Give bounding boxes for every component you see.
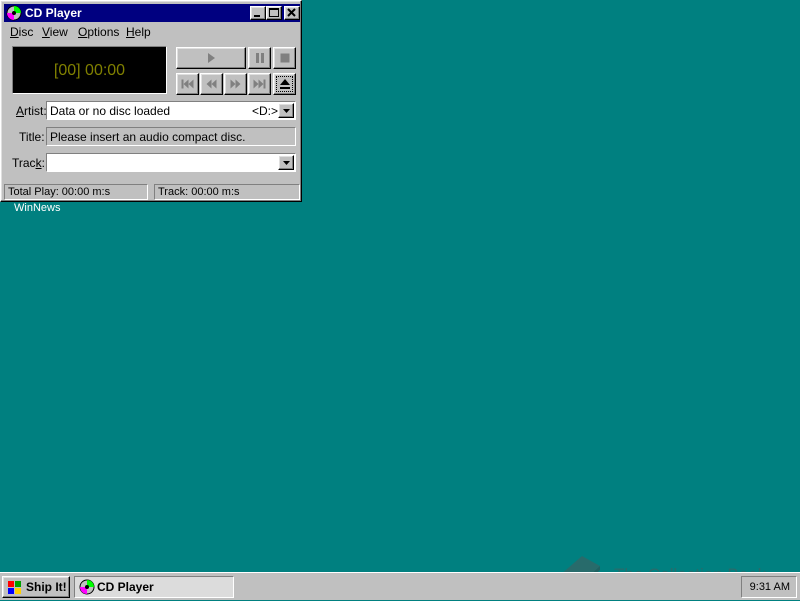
cd-icon[interactable] — [6, 5, 22, 21]
dropdown-arrow-icon — [283, 161, 290, 165]
close-button[interactable] — [284, 6, 300, 20]
title-value: Please insert an audio compact disc. — [50, 130, 246, 144]
maximize-icon — [269, 8, 279, 17]
menu-view[interactable]: View — [42, 25, 68, 39]
total-play-text: Total Play: 00:00 m:s — [8, 186, 111, 198]
title-field: Please insert an audio compact disc. — [46, 127, 296, 146]
track-label: Track: — [12, 156, 45, 170]
stop-icon — [280, 53, 289, 63]
start-button[interactable]: Ship It! — [2, 576, 70, 598]
artist-dropdown-button[interactable] — [278, 103, 294, 118]
drive-letter: <D:> — [252, 104, 279, 118]
eject-button[interactable] — [273, 73, 296, 95]
taskbar: Ship It! CD Player 9:31 AM — [0, 572, 800, 600]
artist-label: Artist: — [16, 104, 47, 118]
status-bar: Total Play: 00:00 m:s Track: 00:00 m:s — [4, 184, 300, 200]
artist-select[interactable]: Data or no disc loaded <D:> — [46, 101, 296, 120]
cd-icon — [79, 579, 95, 595]
clock[interactable]: 9:31 AM — [750, 581, 790, 593]
pause-button[interactable] — [248, 47, 271, 69]
next-track-icon — [253, 79, 265, 89]
ship-it-icon — [8, 581, 21, 594]
skip-backward-icon — [206, 79, 216, 89]
title-bar[interactable]: CD Player — [4, 4, 300, 22]
menu-disc[interactable]: Disc — [10, 25, 33, 39]
track-dropdown-button[interactable] — [278, 155, 294, 170]
dropdown-arrow-icon — [283, 109, 290, 113]
menu-bar: Disc View Options Help — [4, 23, 300, 41]
pause-icon — [255, 53, 264, 63]
window-title: CD Player — [25, 6, 82, 20]
play-icon — [208, 53, 215, 63]
track-select[interactable] — [46, 153, 296, 172]
total-play-panel: Total Play: 00:00 m:s — [4, 184, 148, 200]
previous-track-button[interactable] — [176, 73, 199, 95]
start-button-label: Ship It! — [26, 580, 67, 594]
previous-track-icon — [181, 79, 193, 89]
time-display[interactable]: [00] 00:00 — [12, 46, 167, 94]
desktop-icon-label[interactable]: WinNews — [14, 202, 60, 214]
cd-player-window: CD Player Disc View Options Help [00] 00… — [0, 0, 302, 202]
time-readout: [00] 00:00 — [53, 62, 126, 79]
taskbar-item-cd-player[interactable]: CD Player — [74, 576, 234, 598]
skip-forward-icon — [230, 79, 240, 89]
play-button[interactable] — [176, 47, 246, 69]
track-time-text: Track: 00:00 m:s — [158, 186, 240, 198]
menu-help[interactable]: Help — [126, 25, 151, 39]
menu-options[interactable]: Options — [78, 25, 119, 39]
skip-forward-button[interactable] — [224, 73, 247, 95]
artist-value: Data or no disc loaded — [50, 104, 171, 118]
taskbar-item-label: CD Player — [97, 580, 154, 594]
stop-button[interactable] — [273, 47, 296, 69]
minimize-icon — [254, 15, 260, 17]
track-time-panel: Track: 00:00 m:s — [154, 184, 300, 200]
minimize-button[interactable] — [250, 6, 266, 20]
skip-backward-button[interactable] — [200, 73, 223, 95]
close-icon — [287, 8, 296, 17]
next-track-button[interactable] — [248, 73, 271, 95]
title-label: Title: — [19, 130, 45, 144]
eject-icon — [279, 79, 290, 89]
system-tray: 9:31 AM — [741, 576, 797, 598]
maximize-button[interactable] — [266, 6, 282, 20]
